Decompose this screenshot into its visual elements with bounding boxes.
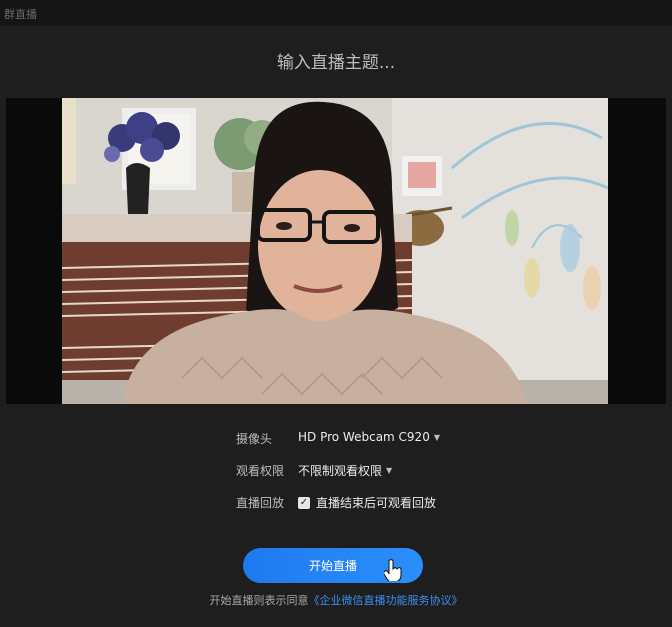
camera-label: 摄像头 (236, 432, 273, 446)
camera-preview-area (6, 98, 666, 404)
camera-value: HD Pro Webcam C920 (298, 430, 430, 444)
camera-feed-illustration (62, 98, 608, 404)
agreement-text: 开始直播则表示同意《企业微信直播功能服务协议》 (0, 592, 672, 608)
title-bar[interactable]: 群直播 (0, 0, 672, 26)
permission-select[interactable]: 不限制观看权限 ▼ (298, 462, 392, 479)
replay-checkbox-label: 直播结束后可观看回放 (316, 496, 437, 510)
agreement-link[interactable]: 《企业微信直播功能服务协议》 (309, 594, 463, 607)
permission-setting-row: 观看权限 不限制观看权限 ▼ (0, 462, 672, 482)
caret-down-icon: ▼ (433, 432, 440, 442)
checkmark-icon: ✓ (299, 496, 309, 508)
live-stream-window: 群直播 输入直播主题... 摄像头 HD Pro Webcam C920 ▼ 观… (0, 0, 672, 627)
window-title: 群直播 (4, 8, 37, 21)
camera-feed-image (62, 98, 608, 404)
hand-pointer-icon (384, 559, 402, 581)
camera-select[interactable]: HD Pro Webcam C920 ▼ (298, 430, 440, 444)
replay-label: 直播回放 (236, 496, 285, 510)
caret-down-icon: ▼ (386, 466, 393, 475)
checkbox-box[interactable]: ✓ (298, 496, 310, 509)
replay-setting-row: 直播回放 ✓ 直播结束后可观看回放 (0, 494, 672, 514)
replay-checkbox[interactable]: ✓ 直播结束后可观看回放 (298, 494, 436, 511)
agreement-prefix: 开始直播则表示同意 (209, 594, 309, 607)
camera-setting-row: 摄像头 HD Pro Webcam C920 ▼ (0, 430, 672, 450)
permission-value: 不限制观看权限 (298, 464, 383, 478)
topic-input[interactable] (136, 48, 536, 78)
permission-label: 观看权限 (236, 464, 285, 478)
